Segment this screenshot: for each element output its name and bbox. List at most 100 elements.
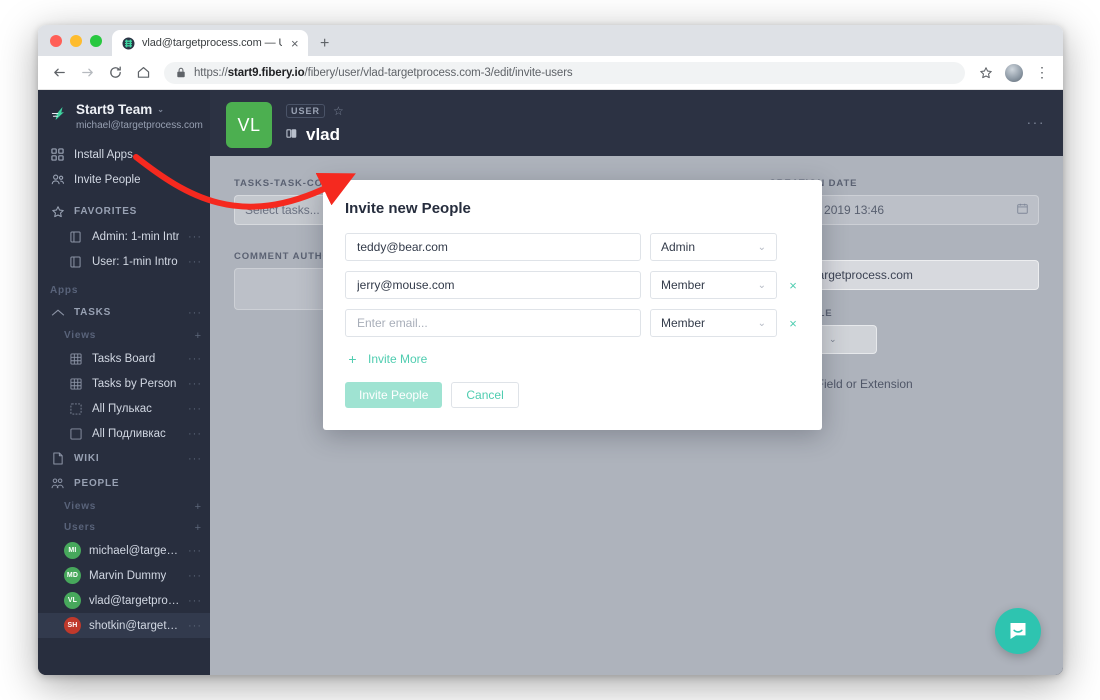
avatar: VL	[64, 592, 81, 609]
sidebar-subsection-people-views[interactable]: Views +	[38, 496, 210, 517]
row-more-icon[interactable]: ···	[188, 545, 202, 557]
minimize-window-button[interactable]	[70, 35, 82, 47]
row-more-icon[interactable]: ···	[188, 307, 202, 319]
list-item[interactable]: MD Marvin Dummy ···	[38, 563, 210, 588]
invite-row: Member ⌄ ×	[345, 309, 800, 337]
header-more-menu[interactable]: ···	[1027, 114, 1046, 130]
add-view-icon[interactable]: +	[195, 330, 202, 342]
avatar-initials: VL	[237, 115, 260, 136]
sidebar-item-label: Install Apps	[74, 149, 133, 161]
reload-button[interactable]	[102, 60, 128, 86]
modal-title: Invite new People	[345, 200, 800, 217]
sidebar-section-label: Apps	[50, 285, 78, 296]
row-more-icon[interactable]: ···	[188, 570, 202, 582]
list-item[interactable]: SH shotkin@targetproce... ···	[38, 613, 210, 638]
sidebar-item-install-apps[interactable]: Install Apps	[38, 142, 210, 167]
chevron-down-icon: ⌄	[758, 242, 766, 253]
favorite-star-icon[interactable]: ☆	[333, 104, 344, 118]
email-input-1[interactable]	[345, 233, 641, 261]
list-item[interactable]: MI michael@targetproce... ···	[38, 538, 210, 563]
star-icon	[50, 205, 65, 219]
sidebar-item-label: Admin: 1-min Intro	[92, 231, 179, 243]
invite-more-button[interactable]: + Invite More	[345, 351, 427, 366]
page-title: vlad	[286, 125, 344, 145]
calendar-icon[interactable]	[1017, 203, 1028, 217]
row-more-icon[interactable]: ···	[188, 353, 202, 365]
chat-bubble-icon	[1006, 619, 1030, 643]
row-more-icon[interactable]: ···	[188, 256, 202, 268]
row-more-icon[interactable]: ···	[188, 403, 202, 415]
avatar-initials: MD	[67, 572, 78, 579]
sidebar-space-wiki[interactable]: WIKI ···	[38, 446, 210, 471]
maximize-window-button[interactable]	[90, 35, 102, 47]
person-name: shotkin@targetproce...	[89, 620, 180, 632]
sidebar-section-favorites[interactable]: FAVORITES	[38, 199, 210, 224]
sidebar-item-label: All Пулькас	[92, 403, 152, 415]
board-icon	[68, 353, 83, 365]
invite-row: Member ⌄ ×	[345, 271, 800, 299]
sidebar-subsection-views[interactable]: Views +	[38, 325, 210, 346]
row-more-icon[interactable]: ···	[188, 428, 202, 440]
row-more-icon[interactable]: ···	[188, 595, 202, 607]
address-bar[interactable]: https://start9.fibery.io/fibery/user/vla…	[164, 62, 965, 84]
sidebar-view-tasks-by-person[interactable]: Tasks by Person ···	[38, 371, 210, 396]
add-view-icon[interactable]: +	[195, 501, 202, 513]
row-more-icon[interactable]: ···	[188, 378, 202, 390]
intercom-chat-button[interactable]	[995, 608, 1041, 654]
workspace-header[interactable]: Start9 Team ⌄ michael@targetprocess.com	[38, 98, 210, 142]
remove-row-icon-2[interactable]: ×	[786, 279, 800, 292]
list-item[interactable]: VL vlad@targetprocess.c... ···	[38, 588, 210, 613]
profile-avatar[interactable]	[1001, 60, 1027, 86]
tasks-icon	[50, 308, 65, 318]
email-input-3[interactable]	[345, 309, 641, 337]
new-tab-button[interactable]: +	[320, 36, 329, 52]
role-select-1[interactable]: Admin ⌄	[650, 233, 777, 261]
row-more-icon[interactable]: ···	[188, 620, 202, 632]
plus-icon: +	[345, 351, 360, 366]
forward-button[interactable]	[74, 60, 100, 86]
role-select-2[interactable]: Member ⌄	[650, 271, 777, 299]
fibery-logo-icon	[50, 104, 68, 122]
sidebar-space-tasks[interactable]: TASKS ···	[38, 300, 210, 325]
add-user-icon[interactable]: +	[195, 522, 202, 534]
sidebar-item-label: Invite People	[74, 174, 141, 186]
bookmark-star-icon[interactable]	[973, 60, 999, 86]
row-more-icon[interactable]: ···	[188, 231, 202, 243]
cancel-button[interactable]: Cancel	[451, 382, 518, 408]
sidebar-view-all-pulkas[interactable]: All Пулькас ···	[38, 396, 210, 421]
remove-row-icon-3[interactable]: ×	[786, 317, 800, 330]
sidebar-subsection-label: Users	[64, 522, 96, 533]
browser-menu-button[interactable]: ⋮	[1029, 60, 1055, 86]
entity-type-chip[interactable]: USER	[286, 104, 325, 118]
invite-people-icon	[50, 173, 65, 186]
sidebar-space-label: PEOPLE	[74, 478, 119, 489]
sidebar-item-invite-people[interactable]: Invite People	[38, 167, 210, 192]
sidebar-item-favorite[interactable]: User: 1-min Intro ···	[38, 249, 210, 274]
field-placeholder: Select tasks...	[245, 203, 320, 217]
sidebar-section-apps: Apps	[38, 280, 210, 300]
entity-avatar: VL	[226, 102, 272, 148]
sidebar-subsection-people-users[interactable]: Users +	[38, 517, 210, 538]
home-button[interactable]	[130, 60, 156, 86]
tab-close-icon[interactable]: ×	[289, 37, 301, 50]
close-window-button[interactable]	[50, 35, 62, 47]
browser-toolbar: https://start9.fibery.io/fibery/user/vla…	[38, 56, 1063, 90]
chevron-down-icon: ⌄	[829, 334, 837, 345]
invite-people-submit-button[interactable]: Invite People	[345, 382, 442, 408]
chevron-down-icon[interactable]: ⌄	[157, 102, 164, 117]
list-icon	[68, 403, 83, 415]
sidebar-space-people[interactable]: PEOPLE	[38, 471, 210, 496]
browser-tab[interactable]: vlad@targetprocess.com — Us ×	[112, 30, 308, 56]
email-input-2[interactable]	[345, 271, 641, 299]
back-button[interactable]	[46, 60, 72, 86]
sidebar-view-tasks-board[interactable]: Tasks Board ···	[38, 346, 210, 371]
chevron-down-icon: ⌄	[758, 280, 766, 291]
role-select-3[interactable]: Member ⌄	[650, 309, 777, 337]
sidebar-item-label: Tasks by Person	[92, 378, 176, 390]
avatar-initials: MI	[68, 547, 76, 554]
wiki-icon	[50, 452, 65, 465]
row-more-icon[interactable]: ···	[188, 453, 202, 465]
sidebar-view-all-podlivkas[interactable]: All Подливкас ···	[38, 421, 210, 446]
doc-icon	[68, 231, 83, 243]
sidebar-item-favorite[interactable]: Admin: 1-min Intro ···	[38, 224, 210, 249]
